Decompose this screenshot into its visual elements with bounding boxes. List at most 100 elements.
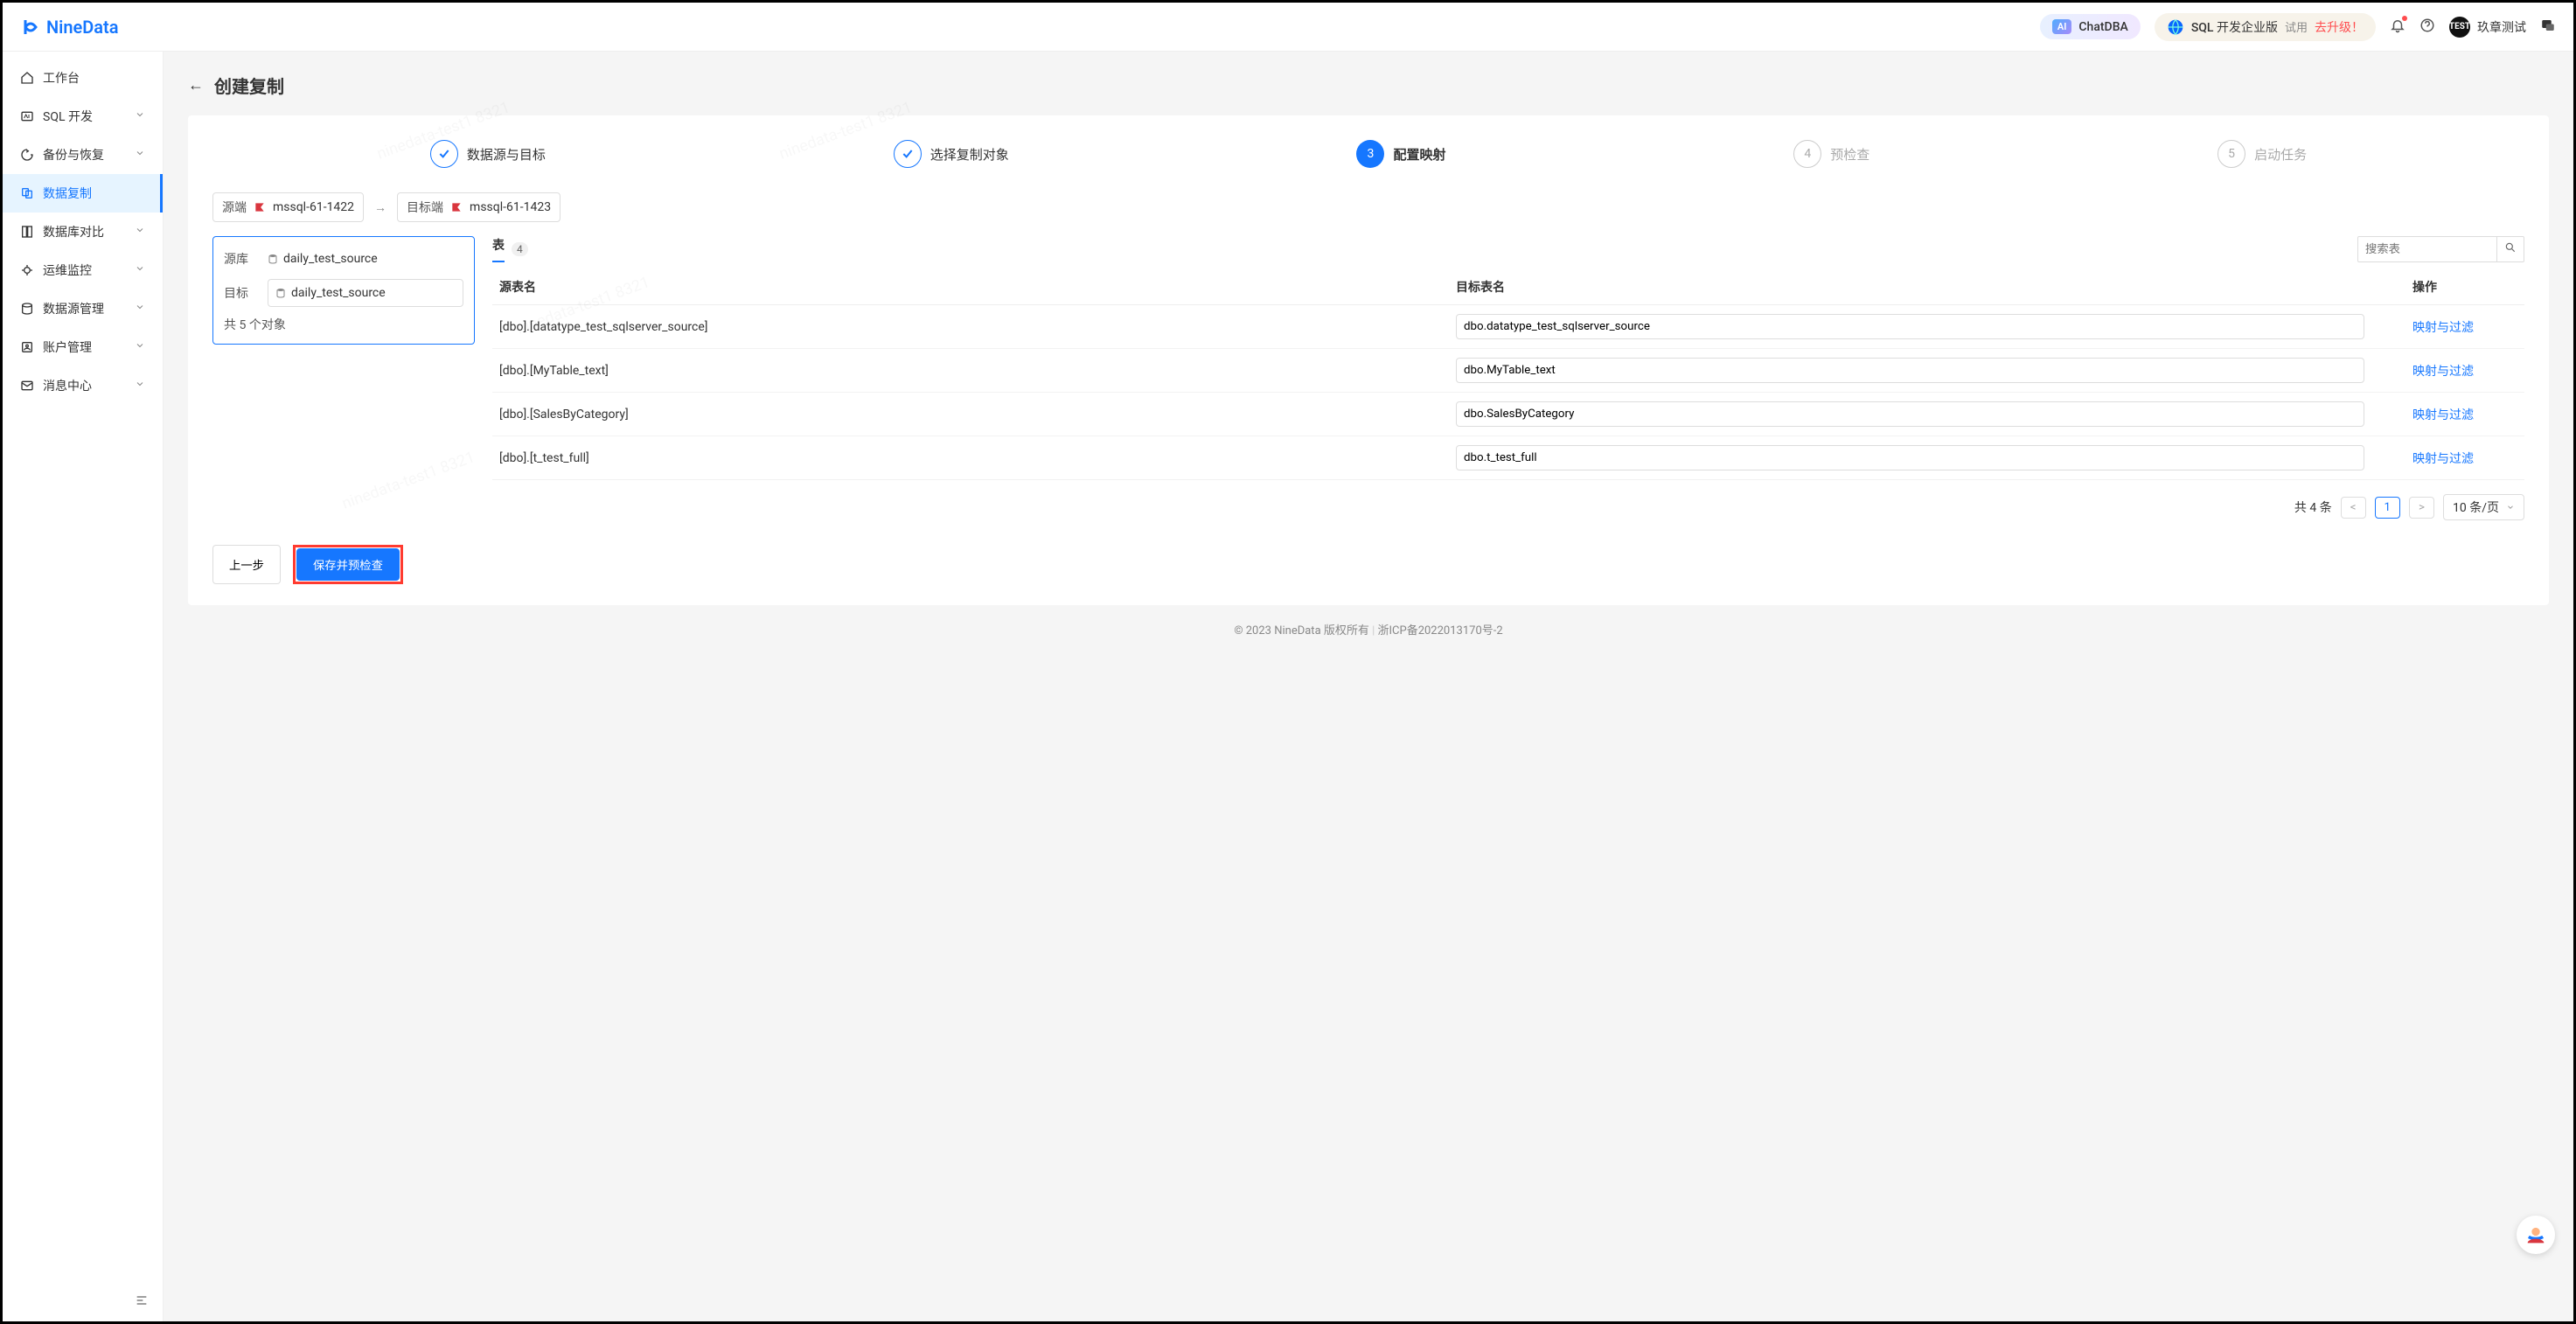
target-db-label: 目标 — [224, 284, 259, 302]
sidebar-item-label: 数据库对比 — [43, 223, 104, 240]
user-menu[interactable]: TEST 玖章测试 — [2449, 17, 2526, 38]
sql-edition-pill[interactable]: SQL 开发企业版 试用 去升级！ — [2155, 13, 2376, 41]
tab-tables[interactable]: 表 — [492, 236, 505, 262]
target-table-input[interactable] — [1456, 358, 2364, 383]
endpoint-breadcrumb: 源端 mssql-61-1422 → 目标端 mssql-61-1423 — [212, 192, 2524, 222]
chevron-down-icon — [135, 340, 145, 354]
sidebar-item-sql[interactable]: SQL 开发 — [3, 97, 163, 136]
step-label: 配置映射 — [1393, 145, 1445, 164]
support-agent-icon — [2524, 1223, 2548, 1247]
page-1-button[interactable]: 1 — [2375, 497, 2401, 519]
notification-icon[interactable] — [2390, 17, 2405, 37]
top-header: NineData AI ChatDBA SQL 开发企业版 试用 去升级！ — [3, 3, 2573, 52]
sidebar-item-label: SQL 开发 — [43, 108, 93, 125]
page-size-select[interactable]: 10 条/页 — [2443, 494, 2524, 520]
compare-icon — [20, 225, 34, 239]
sidebar-item-label: 消息中心 — [43, 377, 92, 394]
target-table-input[interactable] — [1456, 401, 2364, 427]
table-row: [dbo].[SalesByCategory] 映射与过滤 — [492, 393, 2524, 436]
back-arrow-icon[interactable]: ← — [188, 76, 204, 94]
account-icon — [20, 340, 34, 354]
source-table-name: [dbo].[MyTable_text] — [499, 364, 1456, 378]
sidebar-item-label: 数据源管理 — [43, 300, 104, 317]
col-source: 源表名 — [499, 278, 1456, 296]
message-icon — [20, 379, 34, 393]
mapping-filter-link[interactable]: 映射与过滤 — [2412, 406, 2517, 423]
target-value: mssql-61-1423 — [470, 200, 551, 214]
table-header: 源表名 目标表名 操作 — [492, 269, 2524, 305]
source-table-name: [dbo].[SalesByCategory] — [499, 408, 1456, 422]
logo-icon — [20, 17, 41, 38]
chevron-down-icon — [2506, 503, 2515, 512]
datasource-icon — [20, 302, 34, 316]
search-button[interactable] — [2497, 236, 2524, 262]
step-label: 选择复制对象 — [930, 145, 1009, 164]
table-row: [dbo].[MyTable_text] 映射与过滤 — [492, 349, 2524, 393]
language-icon[interactable] — [2540, 17, 2556, 37]
backup-icon — [20, 148, 34, 162]
sidebar-item-account[interactable]: 账户管理 — [3, 328, 163, 366]
ai-badge-icon: AI — [2052, 19, 2072, 34]
icp-link[interactable]: 浙ICP备2022013170号-2 — [1378, 624, 1503, 638]
next-page-button[interactable]: > — [2409, 497, 2434, 519]
sidebar-item-copy[interactable]: 数据复制 — [3, 174, 163, 213]
try-label: 试用 — [2285, 18, 2308, 35]
support-float-button[interactable] — [2517, 1216, 2555, 1254]
sidebar-item-label: 运维监控 — [43, 261, 92, 279]
target-label: 目标端 — [407, 199, 443, 216]
mapping-filter-link[interactable]: 映射与过滤 — [2412, 362, 2517, 380]
prev-page-button[interactable]: < — [2341, 497, 2366, 519]
sidebar-item-monitor[interactable]: 运维监控 — [3, 251, 163, 289]
chatdba-pill[interactable]: AI ChatDBA — [2040, 14, 2141, 39]
save-precheck-button[interactable]: 保存并预检查 — [296, 548, 400, 581]
database-panel[interactable]: 源库 daily_test_source 目标 daily_test_sourc… — [212, 236, 475, 345]
source-table-name: [dbo].[t_test_full] — [499, 451, 1456, 465]
chevron-down-icon — [135, 302, 145, 316]
sidebar-item-compare[interactable]: 数据库对比 — [3, 213, 163, 251]
table-row: [dbo].[datatype_test_sqlserver_source]映射… — [492, 305, 2524, 349]
source-endpoint: 源端 mssql-61-1422 — [212, 192, 364, 222]
chatdba-label: ChatDBA — [2078, 20, 2127, 34]
upgrade-link[interactable]: 去升级！ — [2315, 18, 2364, 36]
save-button-highlight: 保存并预检查 — [293, 545, 403, 584]
step-active: 3配置映射 — [1356, 140, 1445, 168]
mapping-filter-link[interactable]: 映射与过滤 — [2412, 318, 2517, 336]
step-circle: 5 — [2217, 140, 2245, 168]
tab-count-badge: 4 — [512, 242, 528, 256]
source-label: 源端 — [222, 199, 247, 216]
sidebar-item-message[interactable]: 消息中心 — [3, 366, 163, 405]
sidebar-item-label: 账户管理 — [43, 338, 92, 356]
sidebar-item-datasource[interactable]: 数据源管理 — [3, 289, 163, 328]
target-table-input[interactable] — [1456, 445, 2364, 470]
chevron-down-icon — [135, 148, 145, 162]
search-input[interactable] — [2357, 236, 2497, 262]
step-circle — [894, 140, 922, 168]
source-db-label: 源库 — [224, 250, 259, 268]
arrow-icon: → — [374, 200, 386, 215]
sidebar-item-backup[interactable]: 备份与恢复 — [3, 136, 163, 174]
prev-step-button[interactable]: 上一步 — [212, 545, 281, 584]
table-row: [dbo].[t_test_full] 映射与过滤 — [492, 436, 2524, 480]
step-label: 数据源与目标 — [467, 145, 546, 164]
step-label: 预检查 — [1830, 145, 1869, 164]
col-action: 操作 — [2412, 278, 2517, 296]
step-label: 启动任务 — [2254, 145, 2307, 164]
sidebar-item-label: 工作台 — [43, 69, 80, 87]
username: 玖章测试 — [2477, 18, 2526, 36]
mapping-filter-link[interactable]: 映射与过滤 — [2412, 449, 2517, 467]
sidebar-item-home[interactable]: 工作台 — [3, 59, 163, 97]
sqlserver-icon — [254, 201, 266, 213]
wizard-steps: 数据源与目标选择复制对象3配置映射4预检查5启动任务 — [212, 140, 2524, 168]
sqlserver-icon — [450, 201, 463, 213]
help-icon[interactable] — [2419, 17, 2435, 37]
target-db-input[interactable]: daily_test_source — [268, 279, 463, 307]
sql-icon — [20, 109, 34, 123]
table-panel: 表 4 源表名 目标表名 — [492, 236, 2524, 520]
collapse-sidebar-icon[interactable] — [135, 1293, 149, 1311]
sql-edition-label: SQL 开发企业版 — [2191, 18, 2278, 36]
source-db-value: daily_test_source — [268, 247, 463, 270]
brand-logo[interactable]: NineData — [20, 17, 119, 38]
home-icon — [20, 71, 34, 85]
target-table-input[interactable] — [1456, 314, 2364, 339]
monitor-icon — [20, 263, 34, 277]
